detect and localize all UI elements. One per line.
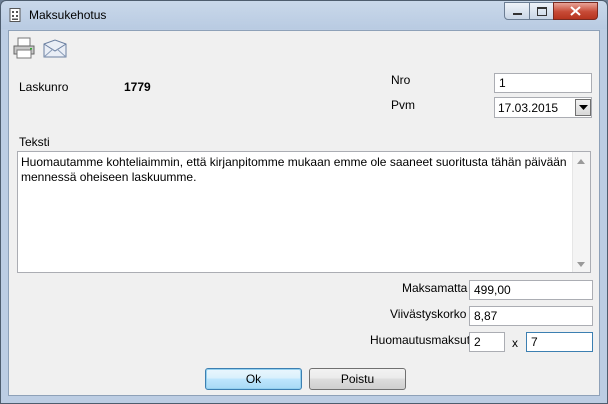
date-dropdown-button[interactable] xyxy=(575,99,591,116)
printer-icon[interactable] xyxy=(12,37,36,59)
times-label: x xyxy=(512,336,518,350)
maksamatta-label: Maksamatta xyxy=(402,281,468,295)
teksti-label: Teksti xyxy=(19,135,50,149)
ok-button[interactable]: Ok xyxy=(205,368,302,390)
minimize-button[interactable] xyxy=(504,2,530,20)
close-icon xyxy=(570,6,581,16)
huomautusmaksut-amount-field[interactable]: 7 xyxy=(526,332,593,352)
maximize-icon xyxy=(537,7,547,16)
poistu-button[interactable]: Poistu xyxy=(309,368,406,390)
teksti-content: Huomautamme kohteliaimmin, että kirjanpi… xyxy=(21,155,567,184)
laskunro-value: 1779 xyxy=(124,80,151,94)
huomautusmaksut-count-field[interactable]: 2 xyxy=(469,332,505,352)
maximize-button[interactable] xyxy=(529,2,554,20)
viivastyskorko-label: Viivästyskorko xyxy=(390,307,467,321)
pvm-label: Pvm xyxy=(391,98,415,112)
close-button[interactable] xyxy=(553,2,598,20)
envelope-icon[interactable] xyxy=(42,39,68,59)
viivastyskorko-field[interactable]: 8,87 xyxy=(469,306,593,326)
laskunro-label: Laskunro xyxy=(19,80,69,94)
title-bar[interactable]: Maksukehotus xyxy=(1,1,607,29)
scroll-down-icon[interactable] xyxy=(577,262,585,267)
nro-label: Nro xyxy=(391,73,411,87)
pvm-value: 17.03.2015 xyxy=(498,101,559,115)
app-icon xyxy=(9,8,21,22)
dialog-body: Laskunro 1779 Nro 1 Pvm 17.03.2015 Tekst… xyxy=(8,30,600,396)
minimize-icon xyxy=(513,13,522,15)
nro-field[interactable]: 1 xyxy=(494,73,592,93)
chevron-down-icon xyxy=(579,105,588,110)
huomautusmaksut-label: Huomautusmaksut xyxy=(370,333,471,347)
maksamatta-field[interactable]: 499,00 xyxy=(469,280,593,300)
pvm-date-picker[interactable]: 17.03.2015 xyxy=(494,97,592,118)
textarea-scrollbar[interactable] xyxy=(572,152,590,272)
maksukehotus-window: Maksukehotus Laskunro 1779 Nro 1 Pvm 17.… xyxy=(0,0,608,404)
teksti-textarea[interactable]: Huomautamme kohteliaimmin, että kirjanpi… xyxy=(17,151,591,273)
scroll-up-icon[interactable] xyxy=(577,159,585,164)
window-title: Maksukehotus xyxy=(29,8,107,22)
